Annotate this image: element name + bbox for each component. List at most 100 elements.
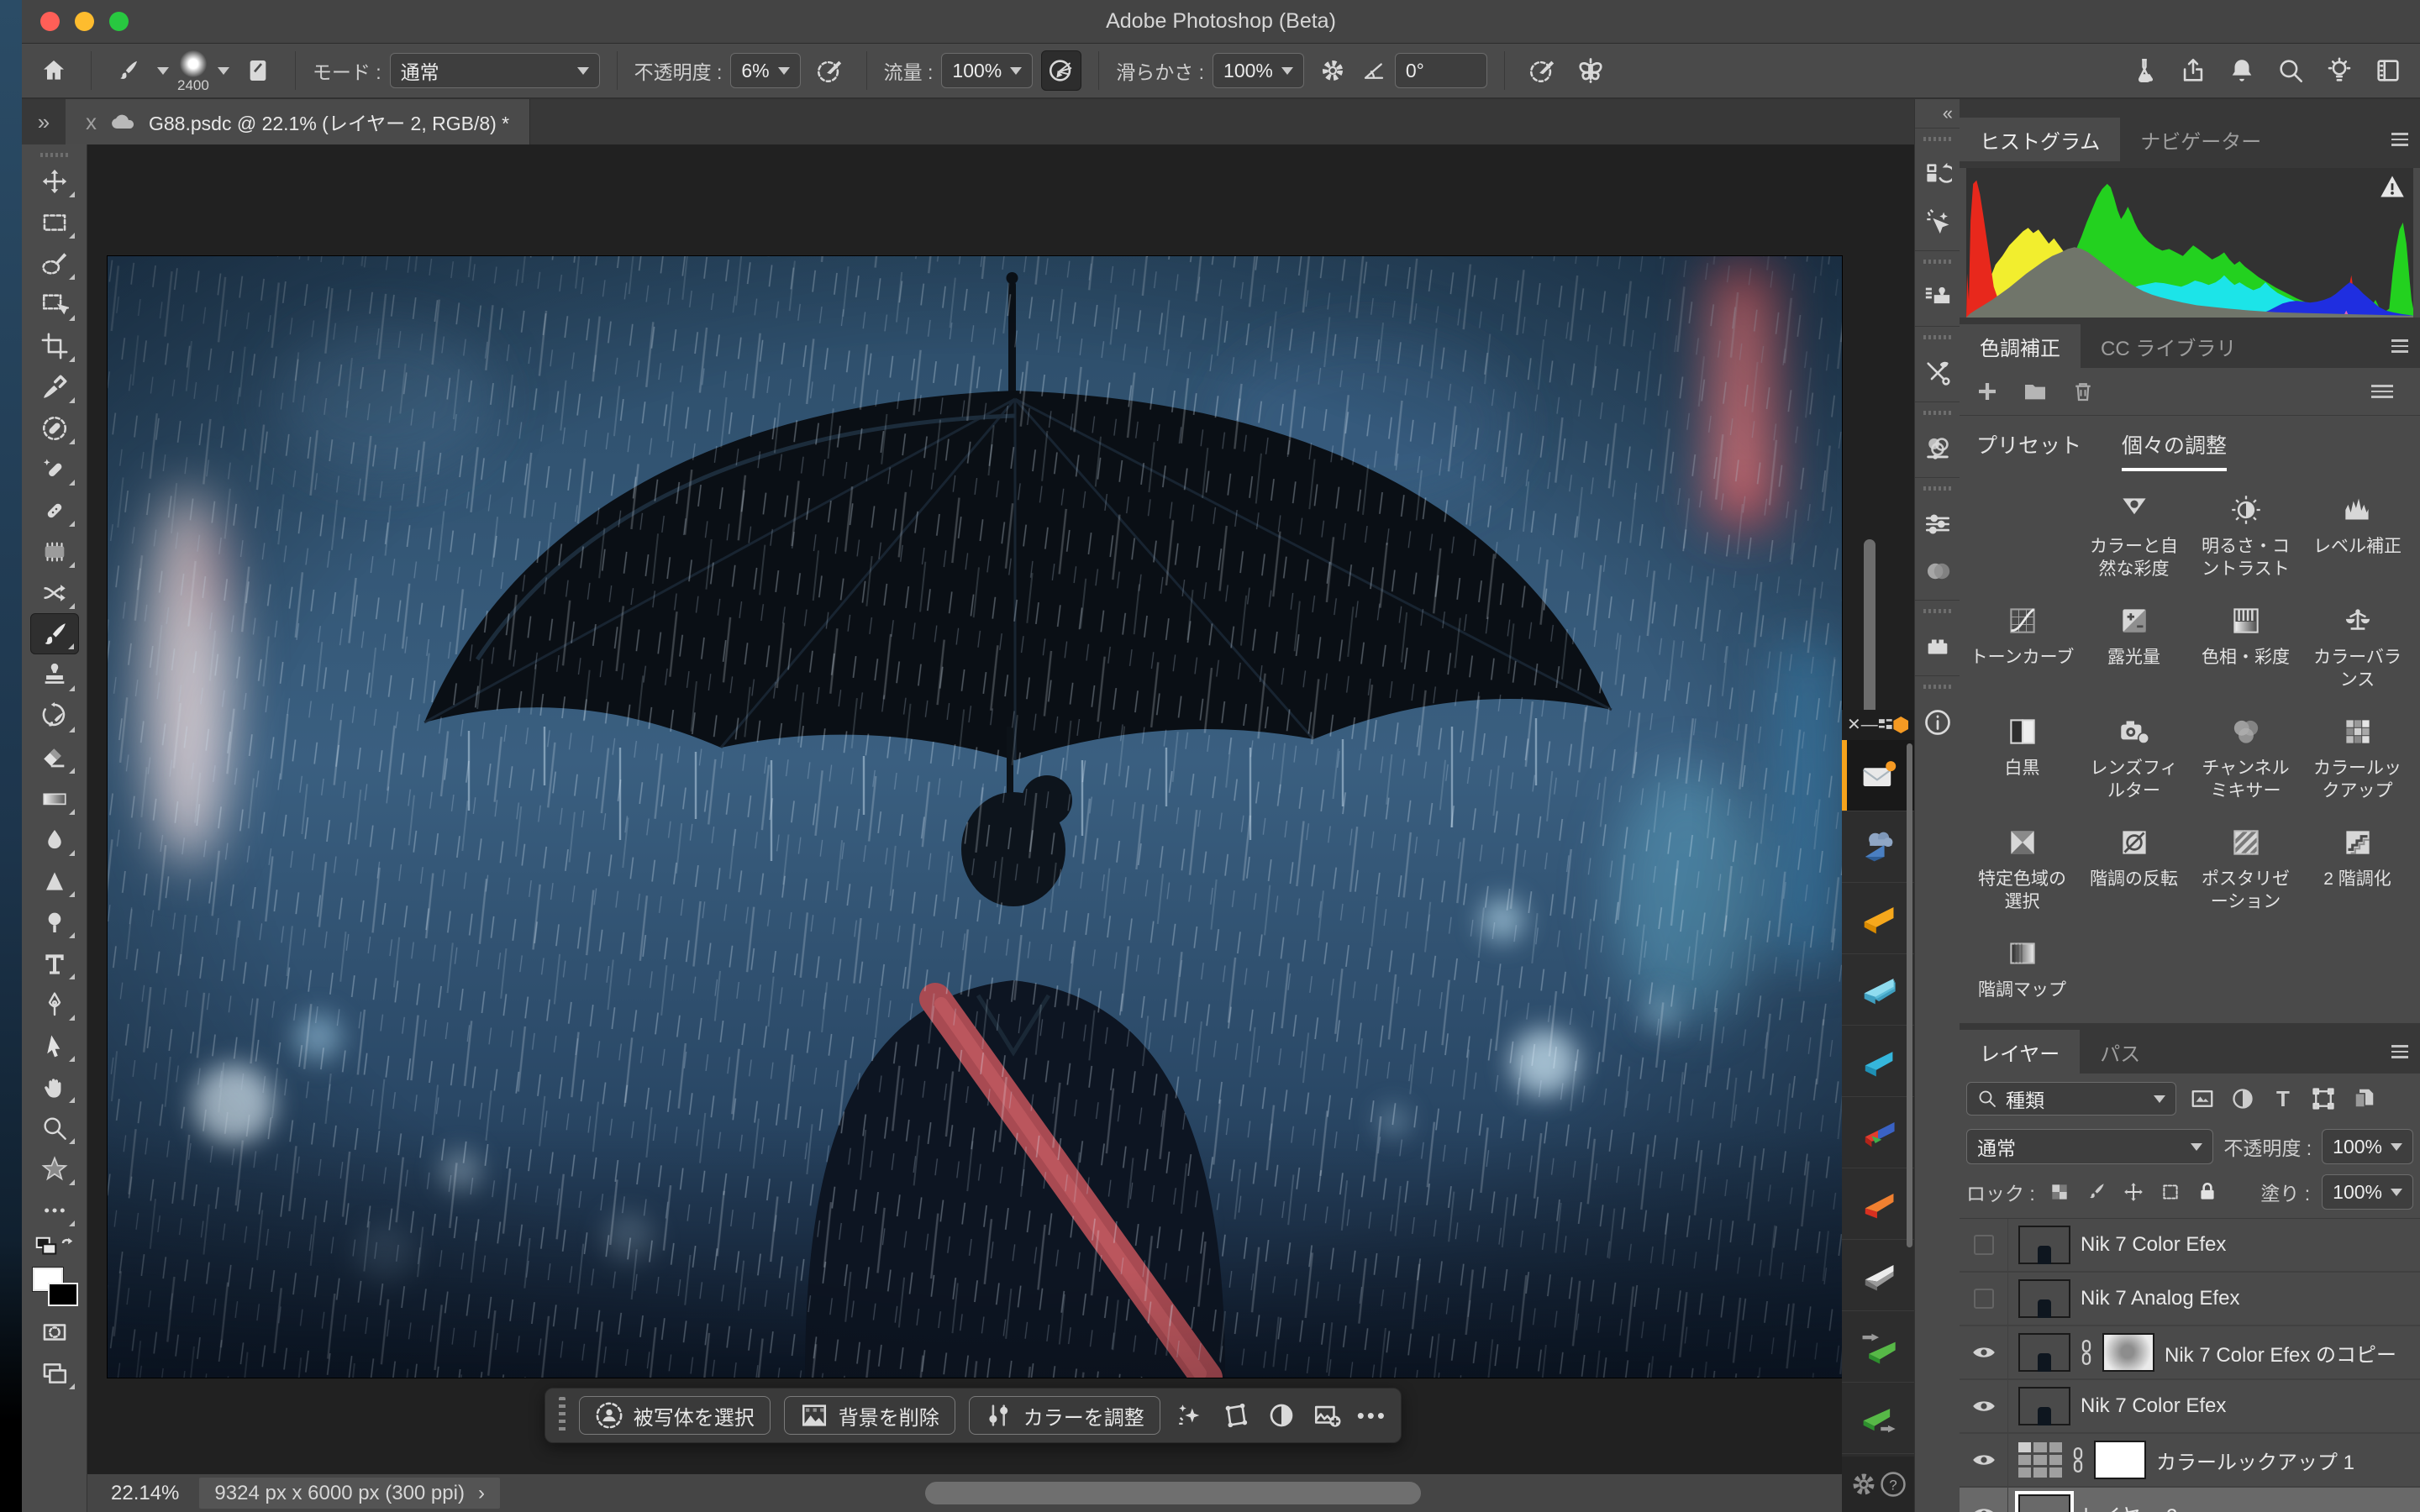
select-subject-button[interactable]: 被写体を選択 <box>579 1396 771 1435</box>
brush-tool[interactable] <box>30 613 79 654</box>
histogram-panel-menu-icon[interactable] <box>2391 118 2408 161</box>
subtab-presets[interactable]: プリセット <box>1976 429 2081 471</box>
nik-item-analog-efex[interactable] <box>1842 883 1914 954</box>
airbrush-toggle[interactable] <box>1041 50 1081 91</box>
workspace-switcher-icon[interactable] <box>2368 50 2408 91</box>
nik-item-silver-efex-cyan[interactable] <box>1842 1026 1914 1097</box>
filter-pixel-layers-icon[interactable] <box>2188 1084 2217 1113</box>
visibility-toggle[interactable] <box>1960 1326 2008 1378</box>
layer-mask-thumbnail[interactable] <box>2094 1441 2146 1479</box>
history-brush-tool[interactable] <box>30 696 79 737</box>
sharpen-tool[interactable] <box>30 860 79 901</box>
layer-row[interactable]: Nik 7 Color Efex <box>1960 1380 2420 1434</box>
visibility-toggle[interactable] <box>1960 1380 2008 1432</box>
taskbar-more-options[interactable]: ••• <box>1357 1403 1387 1429</box>
nik-scrollbar[interactable] <box>1907 743 1912 1247</box>
hidden-visibility-checkbox[interactable] <box>1974 1235 1994 1255</box>
generative-sparkle-icon[interactable] <box>1174 1399 1207 1432</box>
toggle-brush-settings-button[interactable] <box>238 50 278 91</box>
layer-thumbnail[interactable] <box>2018 1387 2070 1425</box>
delete-trash-icon[interactable] <box>2070 379 2096 404</box>
adj-levels[interactable]: レベル補正 <box>2302 491 2413 580</box>
spot-healing-brush-tool[interactable] <box>30 449 79 490</box>
healing-brush-tool[interactable] <box>30 490 79 531</box>
zoom-level-field[interactable]: 22.14% <box>111 1482 179 1505</box>
adj-invert[interactable]: 階調の反転 <box>2078 824 2190 913</box>
nik-item-news[interactable] <box>1842 740 1914 811</box>
screen-mode-toggle[interactable] <box>30 1352 79 1394</box>
properties-panel-icon[interactable] <box>1921 507 1954 541</box>
tab-paths[interactable]: パス <box>2080 1030 2160 1074</box>
layer-thumbnail[interactable] <box>2018 1333 2070 1372</box>
adj-photo-filter[interactable]: レンズフィルター <box>2078 713 2190 802</box>
transform-icon[interactable] <box>1219 1399 1252 1432</box>
camera-raw-filter-icon[interactable] <box>1921 432 1954 465</box>
tab-adjustments[interactable]: 色調補正 <box>1960 324 2081 368</box>
history-panel-icon[interactable] <box>1921 158 1954 192</box>
lock-position-icon[interactable] <box>2121 1179 2146 1205</box>
adj-brightness-contrast[interactable]: 明るさ・コントラスト <box>2190 491 2302 580</box>
opacity-select[interactable]: 6% <box>730 53 800 88</box>
remove-background-button[interactable]: 背景を削除 <box>784 1396 955 1435</box>
hand-tool[interactable] <box>30 1066 79 1107</box>
blend-mode-select[interactable]: 通常 <box>390 53 600 88</box>
swap-default-colors[interactable] <box>30 1231 79 1264</box>
move-tool[interactable] <box>30 160 79 202</box>
nik-item-photolab[interactable] <box>1842 811 1914 883</box>
layer-name[interactable]: Nik 7 Color Efex のコピー <box>2165 1338 2396 1368</box>
layer-thumbnail[interactable] <box>2018 1279 2070 1318</box>
layer-row[interactable]: Nik 7 Analog Efex <box>1960 1273 2420 1326</box>
nik-layout-icon[interactable] <box>1878 717 1893 732</box>
close-tab-icon[interactable]: x <box>86 109 97 135</box>
nik-item-color-efex[interactable] <box>1842 954 1914 1026</box>
layer-row[interactable]: カラールックアップ 1 <box>1960 1434 2420 1488</box>
canvas-area[interactable]: 被写体を選択 背景を削除 カラーを調整 ••• <box>87 144 1914 1474</box>
edit-toolbar-ellipsis[interactable] <box>30 1189 79 1231</box>
layer-mask-thumbnail[interactable] <box>2102 1333 2154 1372</box>
zoom-tool[interactable] <box>30 1107 79 1148</box>
adjust-color-button[interactable]: カラーを調整 <box>969 1396 1160 1435</box>
adj-exposure[interactable]: 露光量 <box>2078 602 2190 691</box>
foreground-background-swatches[interactable] <box>31 1268 78 1311</box>
smoothing-options-gear-icon[interactable] <box>1313 50 1353 91</box>
adj-threshold[interactable]: 2 階調化 <box>2302 824 2413 913</box>
lock-pixels-brush-icon[interactable] <box>2084 1179 2109 1205</box>
histogram-warning-icon[interactable] <box>2380 175 2405 198</box>
layer-filter-select[interactable]: 種類 <box>1966 1082 2176 1116</box>
layer-fill-select[interactable]: 100% <box>2322 1174 2413 1210</box>
discover-wand-icon[interactable] <box>1921 205 1954 239</box>
clone-source-panel-icon[interactable] <box>1921 281 1954 314</box>
eraser-tool[interactable] <box>30 737 79 778</box>
mask-link-icon[interactable] <box>2072 1447 2084 1473</box>
color-lookup-layer-icon[interactable] <box>2018 1442 2062 1478</box>
flow-select[interactable]: 100% <box>941 53 1033 88</box>
layer-opacity-select[interactable]: 100% <box>2322 1129 2413 1164</box>
brush-angle-field[interactable]: 0° <box>1395 53 1487 88</box>
adj-gradient-map[interactable]: 階調マップ <box>1966 935 2078 1001</box>
lock-transparency-icon[interactable] <box>2047 1179 2072 1205</box>
taskbar-drag-handle[interactable] <box>559 1397 566 1434</box>
visibility-toggle[interactable] <box>1960 1273 2008 1325</box>
adj-color-vibrance[interactable]: カラーと自然な彩度 <box>2078 491 2190 580</box>
layer-thumbnail[interactable] <box>2018 1494 2070 1512</box>
object-selection-tool[interactable] <box>30 284 79 325</box>
filter-shape-layers-icon[interactable] <box>2309 1084 2338 1113</box>
filter-adjustment-layers-icon[interactable] <box>2228 1084 2257 1113</box>
notifications-bell-icon[interactable] <box>2222 50 2262 91</box>
document-tab[interactable]: x G88.psdc @ 22.1% (レイヤー 2, RGB/8) * <box>66 99 530 144</box>
nik-item-sharpener[interactable] <box>1842 1311 1914 1383</box>
quick-mask-toggle[interactable] <box>30 1311 79 1352</box>
gradient-tool[interactable] <box>30 778 79 819</box>
filter-type-layers-icon[interactable]: T <box>2269 1084 2297 1113</box>
add-image-icon[interactable] <box>1311 1399 1344 1432</box>
layers-panel-menu-icon[interactable] <box>2391 1030 2408 1074</box>
nik-item-hdr-efex[interactable] <box>1842 1168 1914 1240</box>
adj-black-white[interactable]: 白黒 <box>1966 713 2078 802</box>
new-group-folder-icon[interactable] <box>2022 378 2049 405</box>
lock-artboard-icon[interactable] <box>2158 1179 2183 1205</box>
mask-link-icon[interactable] <box>2081 1340 2092 1365</box>
layer-row[interactable]: Nik 7 Color Efex <box>1960 1219 2420 1273</box>
pressure-opacity-toggle[interactable] <box>809 50 850 91</box>
document-size-readout[interactable]: 9324 px x 6000 px (300 ppi) › <box>199 1478 500 1509</box>
selection-brush-tool[interactable] <box>30 243 79 284</box>
